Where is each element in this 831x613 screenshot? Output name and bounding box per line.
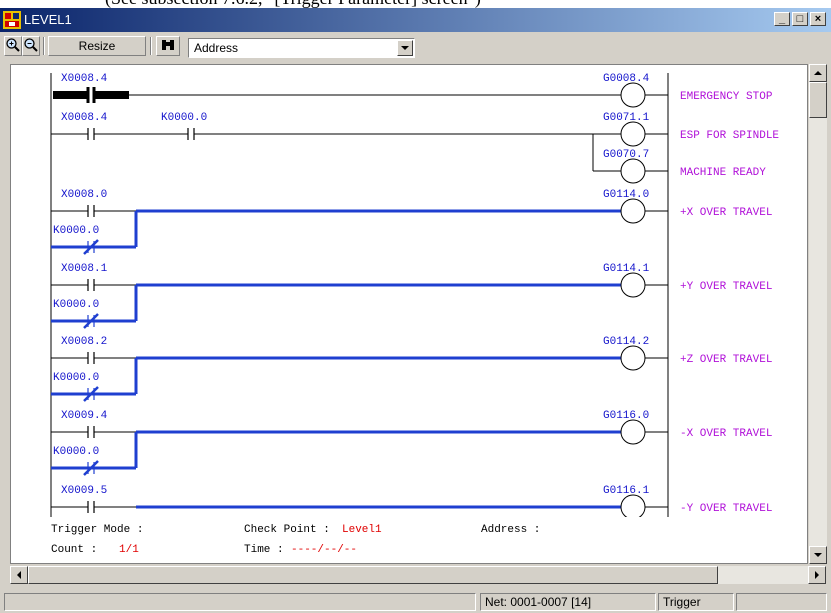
- coil-comment: MACHINE READY: [680, 167, 766, 179]
- vertical-scrollbar[interactable]: [808, 64, 827, 564]
- coil-address: G0071.1: [603, 112, 650, 124]
- zoom-in-button[interactable]: [4, 36, 22, 56]
- contact-X0008.0: [87, 205, 95, 217]
- status-bar: Net: 0001-0007 [14] Trigger: [0, 591, 831, 613]
- coil-address: G0114.2: [603, 336, 649, 348]
- coil-address: G0114.0: [603, 189, 649, 201]
- coil-G0071.1: [620, 121, 646, 147]
- checkpoint-value: Level1: [342, 524, 382, 536]
- coil-G0114.2: [620, 345, 646, 371]
- address-select[interactable]: Address: [188, 38, 415, 58]
- coil-G0114.1: [620, 272, 646, 298]
- app-icon: [3, 11, 21, 29]
- contact-address: X0008.4: [61, 112, 108, 124]
- horizontal-scrollbar[interactable]: [10, 566, 826, 584]
- scroll-right-button[interactable]: [808, 566, 826, 584]
- trigger-info: Trigger Mode : Count : 1/1 Check Point :…: [11, 517, 791, 563]
- close-button[interactable]: ×: [810, 12, 826, 26]
- coil-address: G0070.7: [603, 149, 649, 161]
- contact-address: X0008.1: [61, 263, 108, 275]
- toolbar: Resize Address: [0, 34, 831, 58]
- trigger-mode-label: Trigger Mode :: [51, 524, 144, 536]
- ladder-view[interactable]: X0008.4 G0008.4 EMERGENCY STOP X0008.4 K0000…: [10, 64, 808, 564]
- resize-button[interactable]: Resize: [48, 36, 146, 56]
- arrow-right-icon: [815, 571, 819, 579]
- contact-address: X0009.4: [61, 410, 108, 422]
- toolbar-separator: [150, 37, 152, 55]
- toolbar-separator: [43, 37, 45, 55]
- branch-address: K0000.0: [53, 446, 99, 458]
- binoculars-icon: [162, 40, 174, 50]
- zoom-in-icon: [6, 38, 20, 52]
- status-net: Net: 0001-0007 [14]: [480, 593, 656, 611]
- coil-G0116.0: [620, 419, 646, 445]
- time-value: ----/--/--: [291, 544, 358, 556]
- coil-comment: ESP FOR SPINDLE: [680, 130, 779, 142]
- status-mode: Trigger: [658, 593, 734, 611]
- count-value: 1/1: [119, 544, 139, 556]
- coil-G0116.1: [620, 494, 646, 517]
- arrow-down-icon: [814, 553, 822, 557]
- caption-text: (See subsection 7.6.2, "[Trigger Paramet…: [105, 0, 481, 8]
- contact-X0009.4: [87, 426, 95, 438]
- coil-G0008.4: [620, 82, 646, 108]
- window-title: LEVEL1: [24, 12, 72, 27]
- contact-K0000.0: [187, 128, 195, 140]
- maximize-button[interactable]: □: [792, 12, 808, 26]
- coil-comment: +Y OVER TRAVEL: [680, 281, 772, 293]
- scroll-down-button[interactable]: [809, 546, 827, 564]
- chevron-down-icon[interactable]: [397, 40, 413, 56]
- contact-address: X0008.4: [61, 73, 108, 85]
- coil-address: G0116.0: [603, 410, 649, 422]
- status-pane-extra: [736, 593, 827, 611]
- count-label: Count :: [51, 544, 98, 556]
- ladder-diagram: X0008.4 G0008.4 EMERGENCY STOP X0008.4 K0000…: [50, 73, 779, 517]
- contact-address: X0008.0: [61, 189, 107, 201]
- contact-address: K0000.0: [161, 112, 207, 124]
- scroll-left-button[interactable]: [10, 566, 28, 584]
- search-button[interactable]: [156, 36, 180, 56]
- coil-comment: +X OVER TRAVEL: [680, 207, 772, 219]
- time-label: Time :: [244, 544, 284, 556]
- coil-G0114.0: [620, 198, 646, 224]
- address-select-value: Address: [194, 41, 239, 55]
- zoom-out-button[interactable]: [22, 36, 40, 56]
- minimize-icon: _: [778, 13, 786, 25]
- arrow-left-icon: [17, 571, 21, 579]
- branch-address: K0000.0: [53, 372, 99, 384]
- coil-G0070.7: [620, 158, 646, 184]
- coil-comment: -X OVER TRAVEL: [680, 428, 772, 440]
- contact-X0008.1: [87, 279, 95, 291]
- coil-address: G0008.4: [603, 73, 650, 85]
- coil-comment: EMERGENCY STOP: [680, 91, 773, 103]
- coil-address: G0116.1: [603, 485, 650, 497]
- coil-comment: -Y OVER TRAVEL: [680, 503, 772, 515]
- contact-X0008.2: [87, 352, 95, 364]
- contact-address: X0009.5: [61, 485, 107, 497]
- branch-address: K0000.0: [53, 225, 99, 237]
- minimize-button[interactable]: _: [774, 12, 790, 26]
- close-icon: ×: [814, 13, 822, 25]
- ladder-window: LEVEL1 _ □ × Resize Address X0008.4 G0008…: [0, 8, 831, 613]
- coil-comment: +Z OVER TRAVEL: [680, 354, 772, 366]
- hscroll-thumb[interactable]: [28, 566, 718, 584]
- branch-address: K0000.0: [53, 299, 99, 311]
- title-bar[interactable]: LEVEL1 _ □ ×: [0, 8, 831, 32]
- zoom-out-icon: [24, 38, 38, 52]
- status-pane-empty: [4, 593, 476, 611]
- checkpoint-label: Check Point :: [244, 524, 330, 536]
- scroll-thumb[interactable]: [809, 82, 827, 118]
- contact-address: X0008.2: [61, 336, 107, 348]
- scroll-up-button[interactable]: [809, 64, 827, 82]
- arrow-up-icon: [814, 71, 822, 75]
- contact-X0008.4: [87, 128, 95, 140]
- document-caption: (See subsection 7.6.2, "[Trigger Paramet…: [0, 0, 831, 8]
- contact-X0009.5: [87, 501, 95, 513]
- maximize-icon: □: [796, 13, 804, 25]
- coil-address: G0114.1: [603, 263, 650, 275]
- contact-X0008.4: [53, 87, 129, 103]
- address-label: Address :: [481, 524, 541, 536]
